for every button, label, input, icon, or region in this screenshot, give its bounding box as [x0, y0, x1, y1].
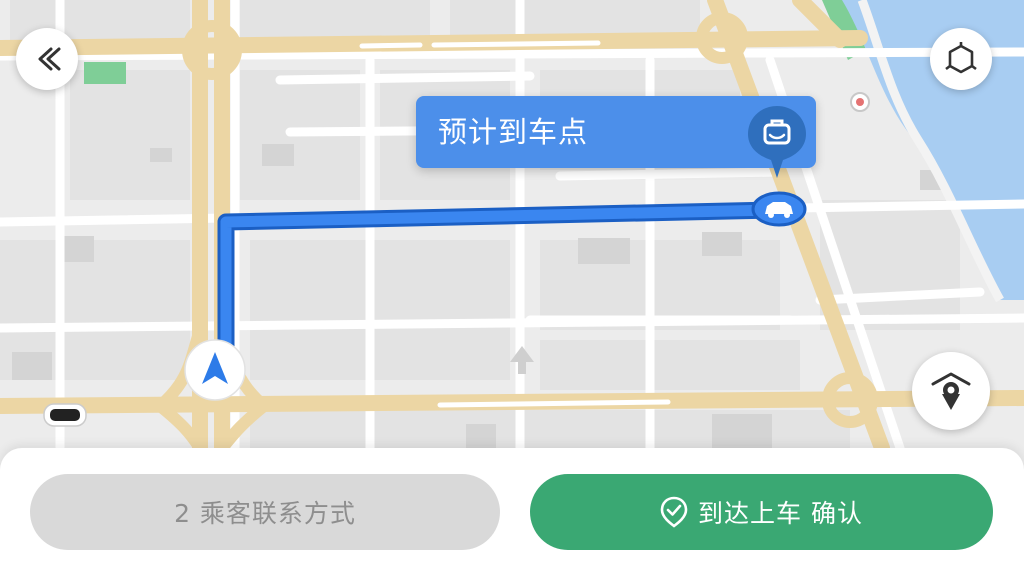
locate-driver-button[interactable]	[912, 352, 990, 430]
driver-locate-icon	[931, 372, 971, 410]
nearby-car-icon	[43, 403, 87, 427]
map-layers-button[interactable]	[930, 28, 992, 90]
layers-icon	[945, 42, 977, 74]
luggage-icon	[748, 106, 806, 178]
confirm-arrival-button[interactable]: 到达上车 确认	[530, 474, 993, 550]
bottom-action-panel: 2 乘客联系方式 到达上车 确认	[0, 448, 1024, 576]
pickup-callout[interactable]: 预计到车点	[416, 96, 816, 178]
pickup-car-icon[interactable]	[751, 191, 807, 227]
contact-passenger-button[interactable]: 2 乘客联系方式	[30, 474, 500, 550]
poi-marker[interactable]	[850, 92, 870, 112]
driver-position-icon	[184, 339, 246, 401]
pickup-label: 预计到车点	[438, 115, 589, 149]
back-arrow-icon	[38, 47, 61, 71]
contact-passenger-label: 2 乘客联系方式	[174, 499, 356, 528]
location-check-icon	[660, 496, 688, 528]
back-button[interactable]	[16, 28, 78, 90]
confirm-arrival-label: 到达上车 确认	[698, 499, 863, 528]
